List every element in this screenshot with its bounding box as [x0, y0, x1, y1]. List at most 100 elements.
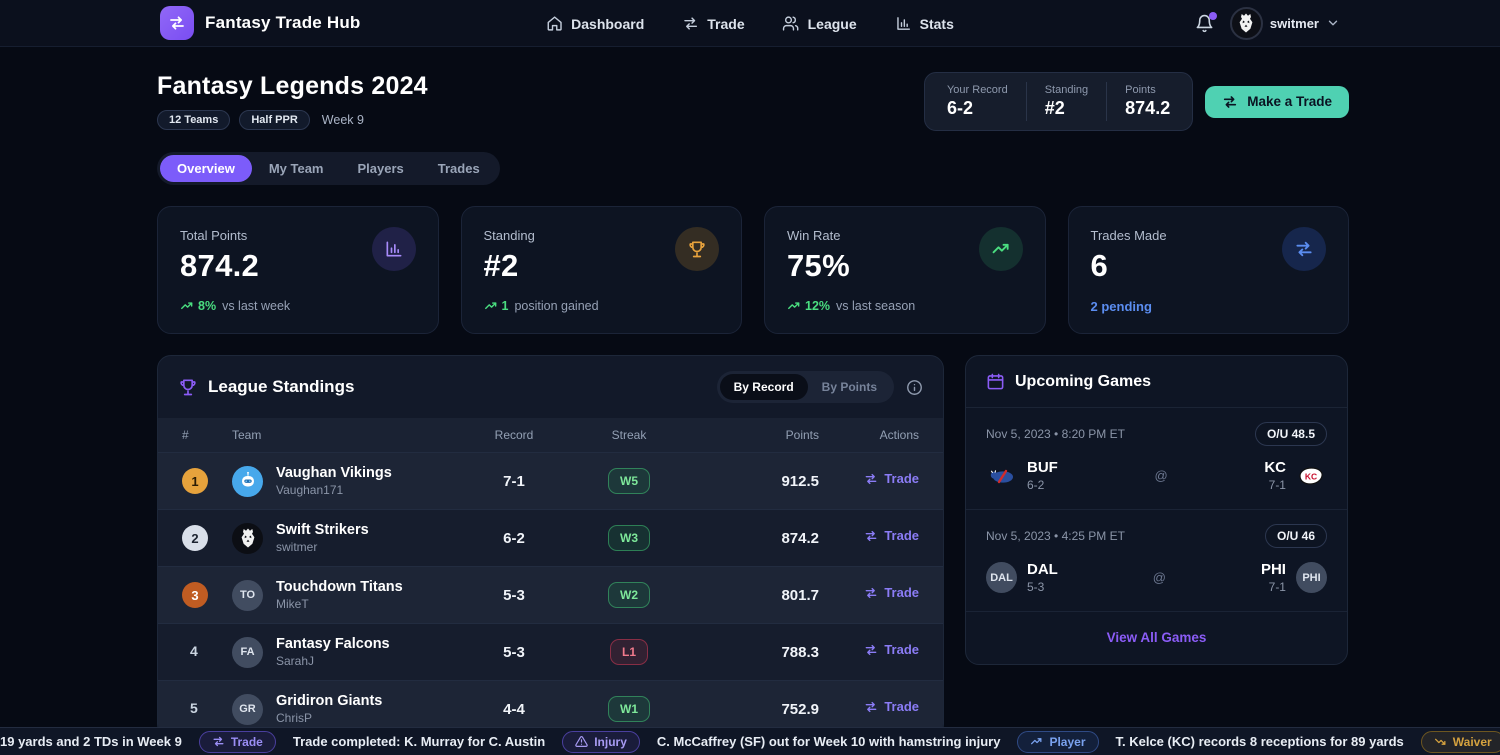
trending-down-icon	[1434, 735, 1447, 748]
col-team: Team	[232, 428, 459, 442]
pending-trades-link[interactable]: 2 pending	[1091, 299, 1152, 314]
away-team-code: BUF	[1027, 459, 1058, 476]
brand-swap-icon	[160, 6, 194, 40]
player-badge: Player	[1017, 731, 1098, 753]
rank-badge: 1	[182, 468, 208, 494]
record-summary-card: Your Record 6-2 Standing #2 Points 874.2	[924, 72, 1193, 131]
trade-badge: Trade	[199, 731, 276, 753]
user-menu[interactable]: switmer	[1230, 7, 1340, 40]
scoring-badge: Half PPR	[239, 110, 309, 130]
col-actions: Actions	[819, 428, 919, 442]
team-owner: MikeT	[276, 597, 403, 611]
users-icon	[783, 15, 800, 32]
trophy-icon	[675, 227, 719, 271]
record-value: 6-2	[947, 98, 1008, 119]
team-avatar: TO	[232, 580, 263, 611]
nav-item-stats[interactable]: Stats	[895, 15, 954, 32]
tab-trades[interactable]: Trades	[421, 155, 497, 182]
bar-chart-icon	[372, 227, 416, 271]
swap-icon	[212, 735, 225, 748]
dal-logo: DAL	[986, 562, 1017, 593]
brand[interactable]: Fantasy Trade Hub	[160, 6, 361, 40]
table-row: 2 Swift Strikers switmer 6-2 W3 874.2	[158, 509, 943, 566]
table-row: 4 FA Fantasy Falcons SarahJ 5-3 L1 788.3…	[158, 623, 943, 680]
swap-icon	[864, 529, 878, 543]
nav-item-dashboard[interactable]: Dashboard	[546, 15, 644, 32]
home-team-code: KC	[1264, 459, 1286, 476]
stat-card-standing: Standing #2 1 position gained	[461, 206, 743, 334]
team-record: 7-1	[459, 473, 569, 490]
swap-icon	[682, 15, 699, 32]
streak-badge: W5	[608, 468, 650, 494]
game-item: Nov 5, 2023 • 8:20 PM ET O/U 48.5 BUF 6-…	[966, 408, 1347, 510]
trade-button[interactable]: Trade	[864, 585, 919, 600]
stats-grid: Total Points 874.2 8% vs last week Stand…	[157, 206, 1349, 334]
main-nav: Dashboard Trade League Stats	[546, 0, 954, 47]
team-record: 5-3	[459, 644, 569, 661]
trade-button[interactable]: Trade	[864, 528, 919, 543]
trending-up-icon	[787, 299, 801, 313]
mascot-icon	[236, 526, 260, 550]
news-ticker[interactable]: 19 yards and 2 TDs in Week 9 Trade Trade…	[0, 727, 1500, 755]
username: switmer	[1270, 16, 1319, 31]
team-avatar: FA	[232, 637, 263, 668]
team-name: Swift Strikers	[276, 522, 369, 538]
toggle-by-points[interactable]: By Points	[808, 374, 891, 400]
tab-my-team[interactable]: My Team	[252, 155, 341, 182]
team-owner: switmer	[276, 540, 369, 554]
sort-toggle: By Record By Points	[717, 371, 894, 403]
warning-icon	[575, 735, 588, 748]
trend-up-value: 1	[484, 299, 509, 313]
nav-item-league[interactable]: League	[783, 15, 857, 32]
team-record: 5-3	[459, 587, 569, 604]
game-item: Nov 5, 2023 • 4:25 PM ET O/U 46 DAL DAL …	[966, 510, 1347, 612]
stat-card-win-rate: Win Rate 75% 12% vs last season	[764, 206, 1046, 334]
swap-icon	[1282, 227, 1326, 271]
team-points: 801.7	[689, 587, 819, 604]
nav-item-trade[interactable]: Trade	[682, 15, 744, 32]
make-a-trade-button[interactable]: Make a Trade	[1205, 86, 1349, 118]
ticker-text: C. McCaffrey (SF) out for Week 10 with h…	[657, 734, 1001, 749]
ticker-text: Trade completed: K. Murray for C. Austin	[293, 734, 545, 749]
calendar-icon	[986, 372, 1005, 391]
toggle-by-record[interactable]: By Record	[720, 374, 808, 400]
team-owner: ChrisP	[276, 711, 382, 725]
top-nav: Fantasy Trade Hub Dashboard Trade League…	[0, 0, 1500, 47]
games-title: Upcoming Games	[1015, 373, 1151, 391]
swap-icon	[1222, 94, 1238, 110]
game-datetime: Nov 5, 2023 • 4:25 PM ET	[986, 529, 1125, 543]
league-standings-card: League Standings By Record By Points # T…	[157, 355, 944, 738]
standing-label: Standing	[1045, 84, 1088, 96]
tab-overview[interactable]: Overview	[160, 155, 252, 182]
team-points: 788.3	[689, 644, 819, 661]
nav-label: League	[808, 16, 857, 32]
tab-players[interactable]: Players	[341, 155, 421, 182]
trade-button[interactable]: Trade	[864, 471, 919, 486]
swap-icon	[864, 586, 878, 600]
over-under-badge: O/U 48.5	[1255, 422, 1327, 446]
upcoming-games-card: Upcoming Games Nov 5, 2023 • 8:20 PM ET …	[965, 355, 1348, 665]
trade-button[interactable]: Trade	[864, 699, 919, 714]
trending-up-icon	[484, 299, 498, 313]
view-all-games-link[interactable]: View All Games	[1107, 630, 1207, 645]
team-name: Vaughan Vikings	[276, 465, 392, 481]
notifications-button[interactable]	[1195, 14, 1214, 33]
team-points: 752.9	[689, 701, 819, 718]
team-record: 6-2	[459, 530, 569, 547]
team-record: 4-4	[459, 701, 569, 718]
injury-badge: Injury	[562, 731, 640, 753]
trade-button[interactable]: Trade	[864, 642, 919, 657]
home-icon	[546, 15, 563, 32]
table-row: 3 TO Touchdown Titans MikeT 5-3 W2 801.7…	[158, 566, 943, 623]
nav-label: Dashboard	[571, 16, 644, 32]
svg-text:KC: KC	[1305, 471, 1317, 481]
team-name: Touchdown Titans	[276, 579, 403, 595]
info-icon[interactable]	[906, 379, 923, 396]
home-team-record: 7-1	[1264, 478, 1286, 492]
mascot-icon	[1234, 11, 1258, 35]
notification-dot	[1209, 12, 1217, 20]
cta-label: Make a Trade	[1247, 94, 1332, 109]
trend-suffix: vs last week	[222, 299, 290, 313]
home-team-record: 7-1	[1261, 580, 1286, 594]
at-symbol: @	[1153, 570, 1166, 585]
